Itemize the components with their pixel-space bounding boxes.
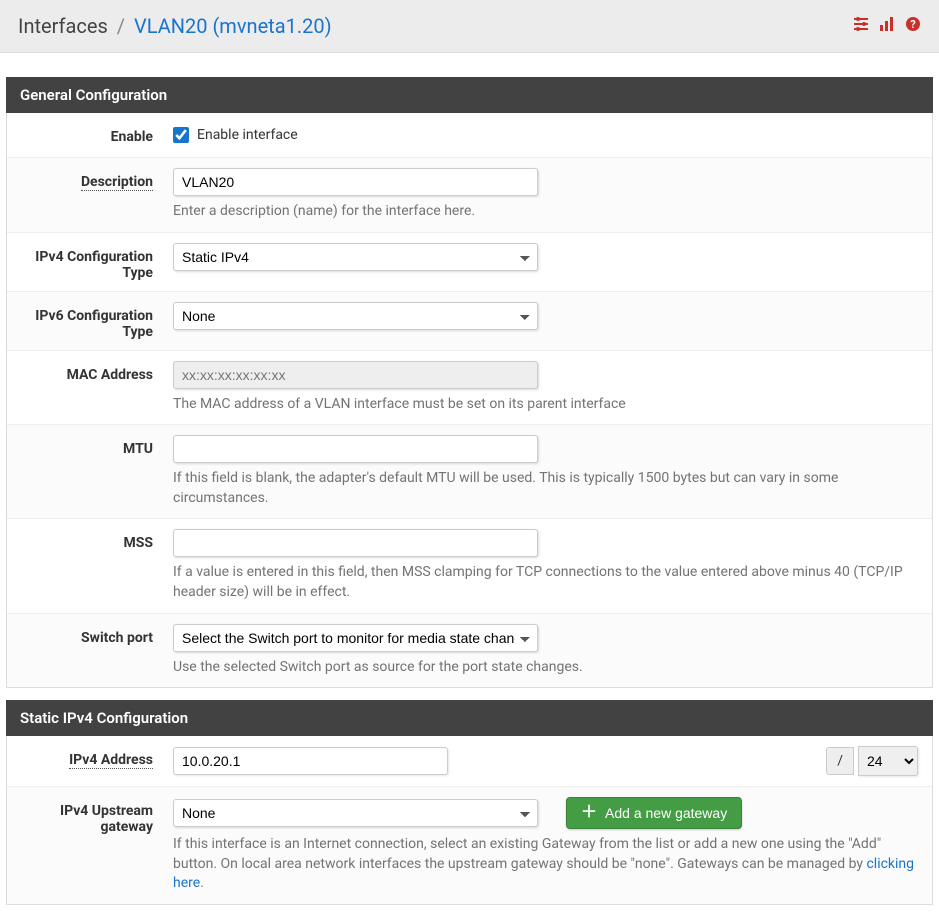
panel-general-configuration: General Configuration Enable Enable inte… <box>6 77 933 688</box>
gateway-select[interactable]: None <box>173 799 538 827</box>
mtu-help: If this field is blank, the adapter's de… <box>173 469 918 508</box>
add-gateway-button[interactable]: ＋ Add a new gateway <box>566 797 742 829</box>
svg-text:?: ? <box>910 18 916 31</box>
breadcrumb-separator: / <box>117 14 125 38</box>
mac-input <box>173 361 538 389</box>
label-mss: MSS <box>7 529 167 602</box>
ipv6-type-select[interactable]: None <box>173 302 538 330</box>
row-ipv4-gateway: IPv4 Upstream gateway None ＋ Add a new g… <box>7 787 932 904</box>
plus-icon: ＋ <box>581 805 597 821</box>
row-ipv4-type: IPv4 Configuration Type Static IPv4 <box>7 233 932 292</box>
row-ipv4-address: IPv4 Address / 24 <box>7 736 932 787</box>
add-gateway-label: Add a new gateway <box>605 805 727 821</box>
label-ipv6-type: IPv6 Configuration Type <box>7 302 167 340</box>
row-mac: MAC Address The MAC address of a VLAN in… <box>7 351 932 426</box>
description-help: Enter a description (name) for the inter… <box>173 202 918 222</box>
gateway-help: If this interface is an Internet connect… <box>173 835 918 894</box>
enable-checkbox-wrapper[interactable]: Enable interface <box>173 127 298 143</box>
ipv4-address-input[interactable] <box>173 747 448 775</box>
row-enable: Enable Enable interface <box>7 113 932 158</box>
switchport-select[interactable]: Select the Switch port to monitor for me… <box>173 624 538 652</box>
breadcrumb-current[interactable]: VLAN20 (mvneta1.20) <box>134 14 332 38</box>
ipv4-type-select[interactable]: Static IPv4 <box>173 243 538 271</box>
breadcrumb: Interfaces / VLAN20 (mvneta1.20) <box>18 14 332 38</box>
panel-title-general: General Configuration <box>6 77 933 113</box>
settings-icon[interactable] <box>853 16 869 36</box>
label-switchport: Switch port <box>7 624 167 678</box>
panel-static-ipv4: Static IPv4 Configuration IPv4 Address /… <box>6 700 933 905</box>
mss-help: If a value is entered in this field, the… <box>173 563 918 602</box>
label-description: Description <box>81 174 153 191</box>
mtu-input[interactable] <box>173 435 538 463</box>
header-actions: ? <box>853 16 921 36</box>
label-ipv4-type: IPv4 Configuration Type <box>7 243 167 281</box>
label-ipv4-gateway: IPv4 Upstream gateway <box>7 797 167 894</box>
enable-checkbox-label: Enable interface <box>197 127 298 143</box>
label-enable: Enable <box>7 123 167 147</box>
cidr-select[interactable]: 24 <box>858 746 918 776</box>
row-description: Description Enter a description (name) f… <box>7 158 932 233</box>
label-mtu: MTU <box>7 435 167 508</box>
label-mac: MAC Address <box>7 361 167 415</box>
chart-icon[interactable] <box>879 16 895 36</box>
panel-title-staticv4: Static IPv4 Configuration <box>6 700 933 736</box>
row-mss: MSS If a value is entered in this field,… <box>7 519 932 613</box>
row-switchport: Switch port Select the Switch port to mo… <box>7 614 932 688</box>
cidr-slash: / <box>826 747 854 775</box>
breadcrumb-root[interactable]: Interfaces <box>18 14 108 38</box>
description-input[interactable] <box>173 168 538 196</box>
help-icon[interactable]: ? <box>905 16 921 36</box>
row-ipv6-type: IPv6 Configuration Type None <box>7 292 932 351</box>
mss-input[interactable] <box>173 529 538 557</box>
switchport-help: Use the selected Switch port as source f… <box>173 658 918 678</box>
enable-checkbox[interactable] <box>173 127 189 143</box>
mac-help: The MAC address of a VLAN interface must… <box>173 395 918 415</box>
label-ipv4-address: IPv4 Address <box>69 752 153 769</box>
row-mtu: MTU If this field is blank, the adapter'… <box>7 425 932 519</box>
page-header: Interfaces / VLAN20 (mvneta1.20) ? <box>0 0 939 53</box>
